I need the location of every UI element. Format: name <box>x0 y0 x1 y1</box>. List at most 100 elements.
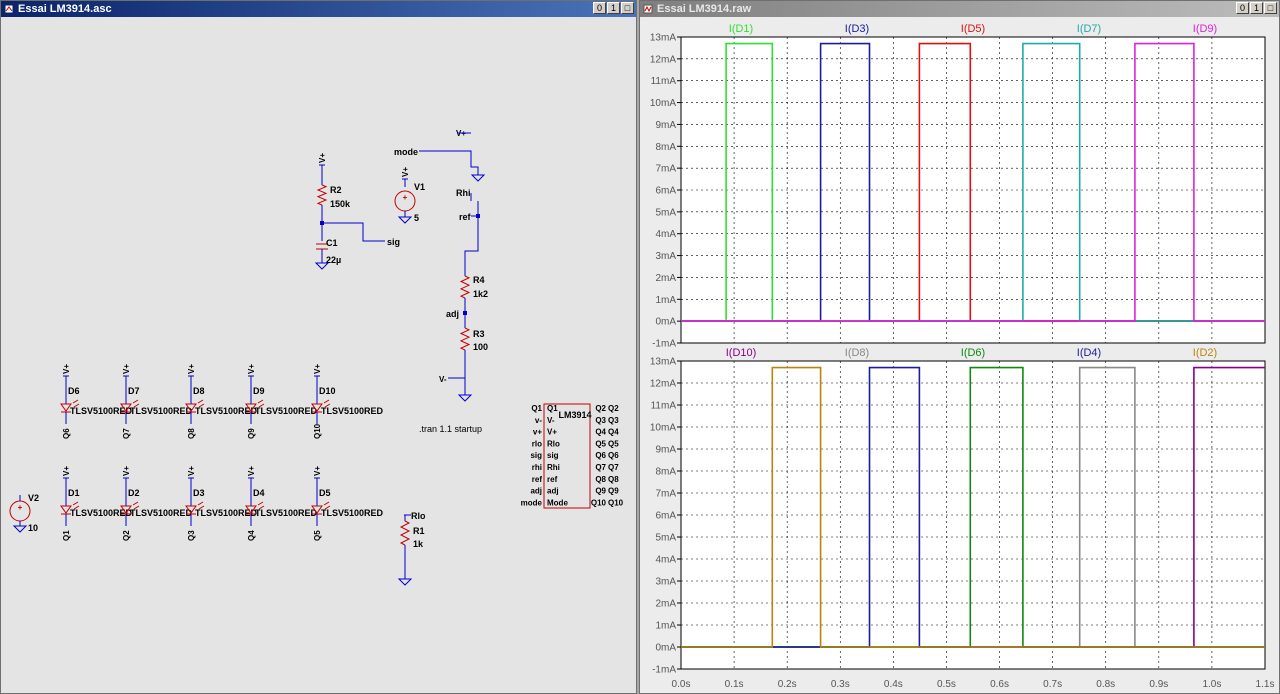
schematic-window[interactable]: Essai LM3914.asc 0 1 □ V+ R2 150k sig C1 22µ V… <box>0 0 637 694</box>
maximize-button[interactable]: □ <box>1264 2 1277 14</box>
x-tick-label: 0.0s <box>672 679 691 690</box>
minimize-button[interactable]: 0 <box>593 2 606 14</box>
schematic-drawing[interactable]: V+R2150ksigC122µV++V15V+modeRhirefR41k2a… <box>1 17 636 693</box>
x-tick-label: 0.9s <box>1149 679 1168 690</box>
vplus-flag: V+ <box>313 364 322 374</box>
schematic-titlebar[interactable]: Essai LM3914.asc 0 1 □ <box>1 1 636 17</box>
ic-right-net-label: Q7 <box>608 463 619 472</box>
y-tick-label: 3mA <box>655 577 676 588</box>
ic-right-net-label: Q5 <box>608 439 619 448</box>
led-label: D8 <box>193 386 205 396</box>
ic-right-net-label: Q4 <box>608 428 619 437</box>
minimize-button[interactable]: 0 <box>1236 2 1249 14</box>
waveform-window[interactable]: Essai LM3914.raw 0 1 □ -1mA 0mA 1mA 2mA 3mA 4… <box>639 0 1280 694</box>
waveform-viewer[interactable]: -1mA 0mA 1mA 2mA 3mA 4mA 5mA 6mA 7mA 8mA 9mA 10mA 11… <box>640 17 1279 693</box>
x-tick-label: 0.8s <box>1096 679 1115 690</box>
y-tick-label: -1mA <box>652 665 676 676</box>
waveform-plots[interactable]: -1mA 0mA 1mA 2mA 3mA 4mA 5mA 6mA 7mA 8mA 9mA 10mA 11… <box>640 17 1279 693</box>
waveform-icon <box>643 4 653 14</box>
restore-button[interactable]: 1 <box>607 2 620 14</box>
series-label[interactable]: I(D6) <box>961 347 985 359</box>
y-tick-label: 11mA <box>651 76 677 87</box>
x-tick-label: 0.7s <box>1043 679 1062 690</box>
series-label[interactable]: I(D2) <box>1193 347 1217 359</box>
vplus-flag: V+ <box>318 153 327 163</box>
resistor-r4[interactable] <box>459 275 471 299</box>
waveform-titlebar[interactable]: Essai LM3914.raw 0 1 □ <box>640 1 1279 17</box>
series-label[interactable]: I(D5) <box>961 23 985 35</box>
resistor-r1[interactable] <box>399 520 411 546</box>
ic-right-net-label: Q10 <box>608 498 624 507</box>
ground-symbol <box>470 174 486 182</box>
restore-button[interactable]: 1 <box>1250 2 1263 14</box>
vplus-flag: V+ <box>313 466 322 476</box>
y-tick-label: 10mA <box>650 98 676 109</box>
series-label[interactable]: I(D3) <box>845 23 869 35</box>
net-label-sig: sig <box>387 237 400 247</box>
v2-plus: + <box>18 503 23 512</box>
ic-right-net-label: Q8 <box>608 475 619 484</box>
resistor-r3[interactable] <box>459 327 471 351</box>
vplus-flag: V+ <box>247 466 256 476</box>
x-tick-label: 0.3s <box>831 679 850 690</box>
led-net-label: Q8 <box>187 428 196 439</box>
resistor-r2[interactable] <box>316 184 328 206</box>
y-tick-label: 8mA <box>655 467 676 478</box>
series-label[interactable]: I(D9) <box>1193 23 1217 35</box>
r1-label: R1 <box>413 526 425 536</box>
x-tick-label: 1.1s <box>1256 679 1275 690</box>
led-label: D4 <box>253 488 265 498</box>
v2-value: 10 <box>28 523 38 533</box>
led-part-number: TLSV5100RED <box>130 508 193 518</box>
series-label[interactable]: I(D10) <box>726 347 757 359</box>
led-label: D6 <box>68 386 80 396</box>
y-tick-label: 2mA <box>655 599 676 610</box>
led-part-number: TLSV5100RED <box>321 406 384 416</box>
net-label-rhi: Rhi <box>456 188 471 198</box>
ic-left-pin-label: Rhi <box>547 463 560 472</box>
led-net-label: Q10 <box>313 423 322 439</box>
series-label[interactable]: I(D8) <box>845 347 869 359</box>
net-label-mode: mode <box>394 147 418 157</box>
y-tick-label: 13mA <box>650 357 676 368</box>
y-tick-label: -1mA <box>652 339 676 350</box>
series-label[interactable]: I(D7) <box>1077 23 1101 35</box>
ic-right-pin-label: Q7 <box>595 463 606 472</box>
ic-right-pin-label: Q8 <box>595 475 606 484</box>
v2-label: V2 <box>28 493 39 503</box>
vplus-flag: V+ <box>401 167 410 177</box>
waveform-pane-1[interactable]: -1mA 0mA 1mA 2mA 3mA 4mA 5mA 6mA 7mA 8mA 9mA 10mA 11… <box>650 23 1266 350</box>
y-tick-label: 1mA <box>655 621 676 632</box>
waveform-pane-2[interactable]: 0.0s 0.1s 0.2s 0.3s 0.4s 0.5s 0.6s 0.7s 0.8s 0.9s… <box>650 347 1275 690</box>
y-tick-label: 4mA <box>655 229 676 240</box>
ic-right-pin-label: Q2 <box>595 404 606 413</box>
series-label[interactable]: I(D4) <box>1077 347 1101 359</box>
vplus-flag: V+ <box>62 364 71 374</box>
vplus-flag: V+ <box>122 364 131 374</box>
x-tick-label: 1.0s <box>1202 679 1221 690</box>
schematic-canvas[interactable]: V+ R2 150k sig C1 22µ V+ + V1 5 V+ mode Rhi ref R4 1k2 a… <box>1 17 636 693</box>
v1-value: 5 <box>414 213 419 223</box>
net-label-rlo: Rlo <box>411 511 426 521</box>
series-label[interactable]: I(D1) <box>729 23 753 35</box>
y-tick-label: 0mA <box>655 643 676 654</box>
led-net-label: Q4 <box>247 530 256 541</box>
y-tick-label: 7mA <box>655 164 676 175</box>
net-label-adj: adj <box>446 309 459 319</box>
ic-left-net-label: ref <box>532 475 543 484</box>
led-part-number: TLSV5100RED <box>321 508 384 518</box>
y-tick-label: 13mA <box>650 33 676 44</box>
v1-plus: + <box>403 193 408 202</box>
maximize-button[interactable]: □ <box>621 2 634 14</box>
ground-symbol <box>397 216 413 224</box>
led-net-label: Q9 <box>247 428 256 439</box>
led-part-number: TLSV5100RED <box>255 508 318 518</box>
led-label: D1 <box>68 488 80 498</box>
schematic-title: Essai LM3914.asc <box>18 3 112 15</box>
x-tick-label: 0.1s <box>725 679 744 690</box>
r3-label: R3 <box>473 329 485 339</box>
ground-symbol <box>457 394 473 402</box>
vplus-flag: V+ <box>187 466 196 476</box>
led-part-number: TLSV5100RED <box>130 406 193 416</box>
vplus-flag: V+ <box>122 466 131 476</box>
